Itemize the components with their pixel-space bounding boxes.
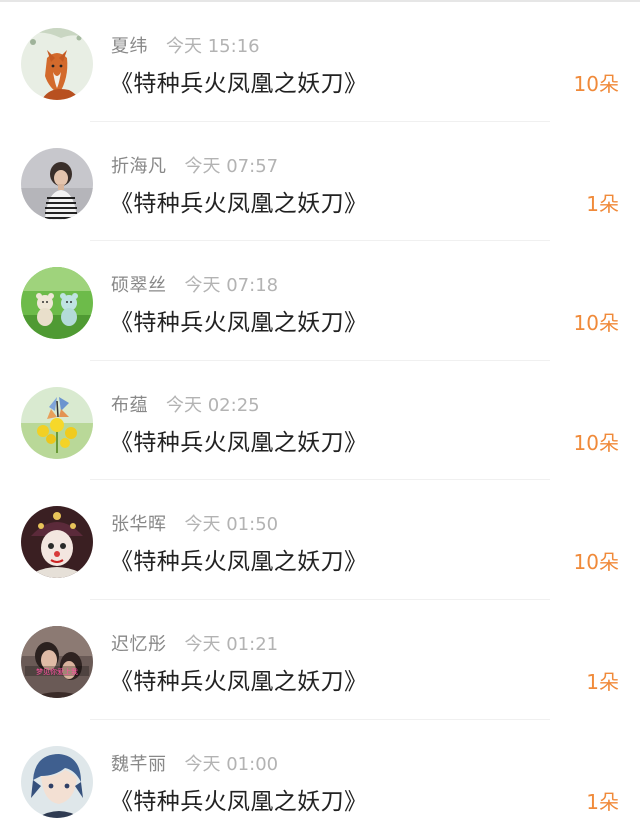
user-name[interactable]: 魏芊丽: [111, 750, 167, 776]
clown-avatar-icon[interactable]: [21, 506, 93, 579]
record-meta: 魏芊丽 今天 01:00: [111, 750, 278, 776]
flower-count: 10朵: [573, 72, 619, 96]
record-meta: 迟忆彤 今天 01:21: [111, 630, 278, 656]
list-item[interactable]: 布蕴 今天 02:25 《特种兵火凤凰之妖刀》 10朵: [0, 361, 640, 481]
flower-count: 1朵: [586, 669, 619, 694]
book-title[interactable]: 《特种兵火凤凰之妖刀》: [110, 662, 367, 696]
couple-avatar-icon[interactable]: 梦见你爱上我: [21, 625, 93, 698]
book-title[interactable]: 《特种兵火凤凰之妖刀》: [110, 542, 367, 576]
gift-record-list: 夏纬 今天 15:16 《特种兵火凤凰之妖刀》 10朵 折海凡 今天 07:57…: [0, 2, 640, 839]
record-meta: 折海凡 今天 07:57: [111, 152, 278, 178]
user-name[interactable]: 折海凡: [111, 152, 167, 178]
list-item[interactable]: 魏芊丽 今天 01:00 《特种兵火凤凰之妖刀》 1朵: [0, 720, 640, 839]
anime-boy-avatar-icon[interactable]: [21, 745, 93, 818]
user-name[interactable]: 迟忆彤: [111, 630, 167, 656]
list-item[interactable]: 硕翠丝 今天 07:18 《特种兵火凤凰之妖刀》 10朵: [0, 241, 640, 361]
book-title[interactable]: 《特种兵火凤凰之妖刀》: [110, 782, 367, 816]
list-item[interactable]: 张华晖 今天 01:50 《特种兵火凤凰之妖刀》 10朵: [0, 480, 640, 600]
flower-count: 1朵: [586, 191, 619, 216]
user-name[interactable]: 张华晖: [111, 510, 167, 536]
record-meta: 布蕴 今天 02:25: [111, 391, 260, 417]
timestamp: 今天 01:00: [184, 753, 279, 775]
list-item[interactable]: 折海凡 今天 07:57 《特种兵火凤凰之妖刀》 1朵: [0, 122, 640, 242]
timestamp: 今天 15:16: [166, 36, 260, 57]
user-name[interactable]: 夏纬: [111, 32, 148, 58]
flower-count: 10朵: [573, 550, 619, 575]
flower-count: 10朵: [573, 430, 619, 455]
butterfly-avatar-icon[interactable]: [21, 386, 93, 459]
fox-avatar-icon[interactable]: [21, 28, 93, 100]
timestamp: 今天 01:50: [184, 514, 279, 536]
flower-count: 10朵: [573, 311, 619, 336]
timestamp: 今天 01:21: [184, 633, 279, 655]
timestamp: 今天 07:57: [184, 155, 279, 177]
record-meta: 张华晖 今天 01:50: [111, 510, 278, 536]
timestamp: 今天 07:18: [184, 275, 279, 297]
book-title[interactable]: 《特种兵火凤凰之妖刀》: [110, 423, 367, 457]
record-meta: 硕翠丝 今天 07:18: [111, 271, 278, 297]
boy-avatar-icon[interactable]: [21, 147, 93, 220]
book-title[interactable]: 《特种兵火凤凰之妖刀》: [110, 64, 367, 98]
book-title[interactable]: 《特种兵火凤凰之妖刀》: [110, 184, 367, 218]
list-item[interactable]: 夏纬 今天 15:16 《特种兵火凤凰之妖刀》 10朵: [0, 2, 640, 122]
avatar-caption: 梦见你爱上我: [36, 667, 78, 676]
record-meta: 夏纬 今天 15:16: [111, 32, 260, 58]
user-name[interactable]: 布蕴: [111, 391, 148, 417]
book-title[interactable]: 《特种兵火凤凰之妖刀》: [110, 303, 367, 337]
teddy-bears-avatar-icon[interactable]: [21, 267, 93, 340]
flower-count: 1朵: [586, 789, 619, 814]
user-name[interactable]: 硕翠丝: [111, 271, 167, 297]
list-item[interactable]: 梦见你爱上我 迟忆彤 今天 01:21 《特种兵火凤凰之妖刀》 1朵: [0, 600, 640, 720]
timestamp: 今天 02:25: [166, 394, 260, 416]
